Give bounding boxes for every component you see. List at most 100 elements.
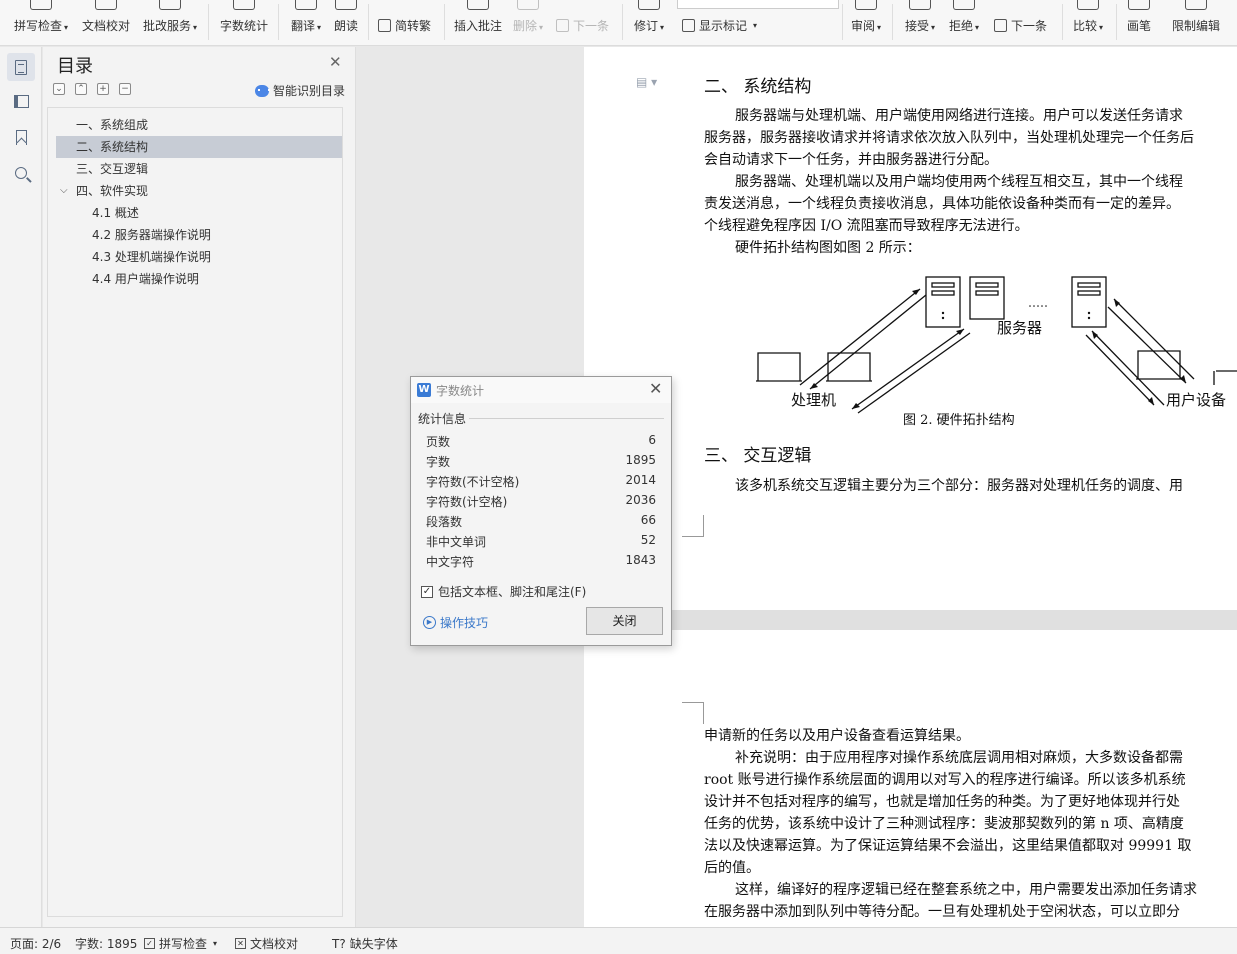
stat-value: 1843	[625, 553, 656, 567]
pen-icon	[1128, 0, 1150, 10]
expand-up-icon[interactable]: ⌃	[75, 83, 87, 95]
pen-button[interactable]: 画笔	[1124, 0, 1154, 45]
page-options-icon[interactable]: ▤ ▾	[636, 75, 657, 89]
translate-icon	[295, 0, 317, 10]
checkbox-checked-icon[interactable]: ✓	[421, 585, 433, 598]
proofread-icon: ✕	[235, 938, 246, 949]
toc-item-4-1[interactable]: 4.1 概述	[56, 202, 342, 224]
insert-comment-button[interactable]: 插入批注	[452, 0, 504, 45]
spell-check-button[interactable]: 拼写检查 ▾	[12, 0, 70, 45]
word-count-indicator[interactable]: 字数: 1895	[75, 935, 137, 952]
status-missing-font[interactable]: T? 缺失字体	[332, 935, 398, 952]
reject-change-button[interactable]: 拒绝 ▾	[946, 0, 982, 45]
toc-item-label: 三、交互逻辑	[76, 162, 149, 176]
toc-item-4-3[interactable]: 4.3 处理机端操作说明	[56, 246, 342, 268]
rail-bookmark-button[interactable]	[7, 123, 35, 151]
status-label: 拼写检查	[159, 937, 208, 951]
review-pane-button[interactable]: 审阅 ▾	[848, 0, 884, 45]
restrict-editing-button[interactable]: 限制编辑	[1170, 0, 1222, 45]
stat-row: 中文字符 1843	[426, 553, 656, 573]
rail-nav-button[interactable]	[7, 87, 35, 115]
paragraph-line: 设计并不包括对程序的编写，也就是增加任务的种类。为了更好地体现并行处	[704, 794, 1180, 810]
status-label: 文档校对	[250, 937, 299, 951]
show-markup-button[interactable]: 显示标记 ▾	[682, 17, 757, 34]
document-page-2[interactable]: 申请新的任务以及用户设备查看运算结果。 补充说明：由于应用程序对操作系统底层调用…	[584, 630, 1237, 927]
doc-proofread-button[interactable]: 文档校对	[80, 0, 132, 45]
simp-to-trad-icon	[378, 19, 391, 32]
stat-row: 字符数(计空格) 2036	[426, 493, 656, 513]
status-spell-check[interactable]: ✓ 拼写检查 ▾	[144, 935, 217, 952]
paragraph-line: 服务器端与处理机端、用户端使用网络进行连接。用户可以发送任务请求	[735, 108, 1183, 124]
toc-item-2[interactable]: 二、系统结构	[56, 136, 342, 158]
tips-link[interactable]: ▶ 操作技巧	[423, 614, 488, 631]
restrict-editing-icon	[1185, 0, 1207, 10]
close-icon[interactable]: ✕	[649, 379, 662, 398]
stat-row: 页数 6	[426, 433, 656, 453]
rail-search-button[interactable]	[7, 159, 35, 187]
wps-logo-icon: W	[417, 383, 431, 397]
paragraph-line: 会自动请求下一个任务，并由服务器进行分配。	[704, 152, 998, 168]
next-change-button[interactable]: 下一条	[994, 17, 1047, 34]
stat-value: 2036	[625, 493, 656, 507]
ribbon-separator	[892, 4, 893, 40]
server-tower-3	[1071, 276, 1107, 328]
collapse-all-icon[interactable]: ⌄	[53, 83, 65, 95]
group-divider	[469, 418, 664, 419]
stat-label: 字符数(计空格)	[426, 495, 508, 509]
close-button[interactable]: 关闭	[586, 607, 663, 635]
rail-toc-button[interactable]	[7, 53, 35, 81]
paragraph-line: 申请新的任务以及用户设备查看运算结果。	[704, 728, 970, 744]
toc-list: 一、系统组成 二、系统结构 三、交互逻辑 ⌵ 四、软件实现 4.1 概述 4.2 …	[47, 107, 343, 917]
smart-toc-button[interactable]: 智能识别目录	[255, 82, 345, 99]
server-tower-1	[925, 276, 961, 328]
chevron-down-icon[interactable]: ⌵	[60, 180, 68, 202]
stat-row: 字数 1895	[426, 453, 656, 473]
user-device-2	[1213, 370, 1237, 385]
delete-comment-button[interactable]: 删除 ▾	[510, 0, 546, 45]
compare-icon	[1077, 0, 1099, 10]
page-indicator[interactable]: 页面: 2/6	[10, 935, 61, 952]
toc-item-4-2[interactable]: 4.2 服务器端操作说明	[56, 224, 342, 246]
accept-change-button[interactable]: 接受 ▾	[902, 0, 938, 45]
compare-button[interactable]: 比较 ▾	[1070, 0, 1106, 45]
paragraph-line: root 账号进行操作系统层面的调用以对写入的程序进行编译。所以该多机系统	[704, 772, 1186, 788]
reject-icon	[953, 0, 975, 10]
review-service-button[interactable]: 批改服务 ▾	[140, 0, 200, 45]
translate-button[interactable]: 翻译 ▾	[288, 0, 324, 45]
include-textbox-checkbox[interactable]: ✓ 包括文本框、脚注和尾注(F)	[421, 583, 586, 600]
ribbon-separator	[1116, 4, 1117, 40]
track-changes-button[interactable]: 修订 ▾	[631, 0, 667, 45]
status-label: 缺失字体	[349, 937, 398, 951]
font-icon: T?	[332, 936, 346, 951]
review-service-icon	[159, 0, 181, 10]
toc-item-3[interactable]: 三、交互逻辑	[56, 158, 342, 180]
close-icon[interactable]: ✕	[329, 53, 342, 71]
smart-toc-label: 智能识别目录	[273, 84, 346, 98]
toc-item-4-4[interactable]: 4.4 用户端操作说明	[56, 268, 342, 290]
word-count-button[interactable]: 字数统计	[218, 0, 270, 45]
ribbon-separator	[278, 4, 279, 40]
delete-comment-icon	[517, 0, 539, 10]
toc-item-1[interactable]: 一、系统组成	[56, 114, 342, 136]
stat-value: 66	[640, 513, 656, 527]
add-heading-icon[interactable]: +	[97, 83, 109, 95]
status-proofread[interactable]: ✕ 文档校对	[235, 935, 298, 952]
simp-to-trad-button[interactable]: 简转繁	[378, 17, 431, 34]
paragraph-line: 硬件拓扑结构图如图 2 所示：	[735, 240, 921, 256]
toc-item-4[interactable]: ⌵ 四、软件实现	[56, 180, 342, 202]
toc-item-label: 4.2 服务器端操作说明	[92, 228, 211, 242]
markup-mode-select[interactable]	[677, 0, 839, 9]
document-page[interactable]: ▤ ▾ 二、 系统结构 服务器端与处理机端、用户端使用网络进行连接。用户可以发送…	[584, 47, 1237, 610]
remove-heading-icon[interactable]: −	[119, 83, 131, 95]
next-comment-button[interactable]: 下一条	[556, 17, 609, 34]
stats-group-title: 统计信息	[418, 412, 467, 426]
paragraph-line: 个线程避免程序因 I/O 流阻塞而导致程序无法进行。	[704, 218, 1029, 234]
section-heading-3: 三、 交互逻辑	[704, 446, 812, 466]
read-aloud-button[interactable]: 朗读	[332, 0, 360, 45]
show-markup-icon	[682, 19, 695, 32]
server-label: 服务器	[997, 320, 1042, 337]
page-corner-mark	[682, 515, 704, 537]
dialog-titlebar[interactable]: W 字数统计 ✕	[411, 377, 671, 403]
search-icon	[15, 167, 27, 179]
next-comment-icon	[556, 19, 569, 32]
